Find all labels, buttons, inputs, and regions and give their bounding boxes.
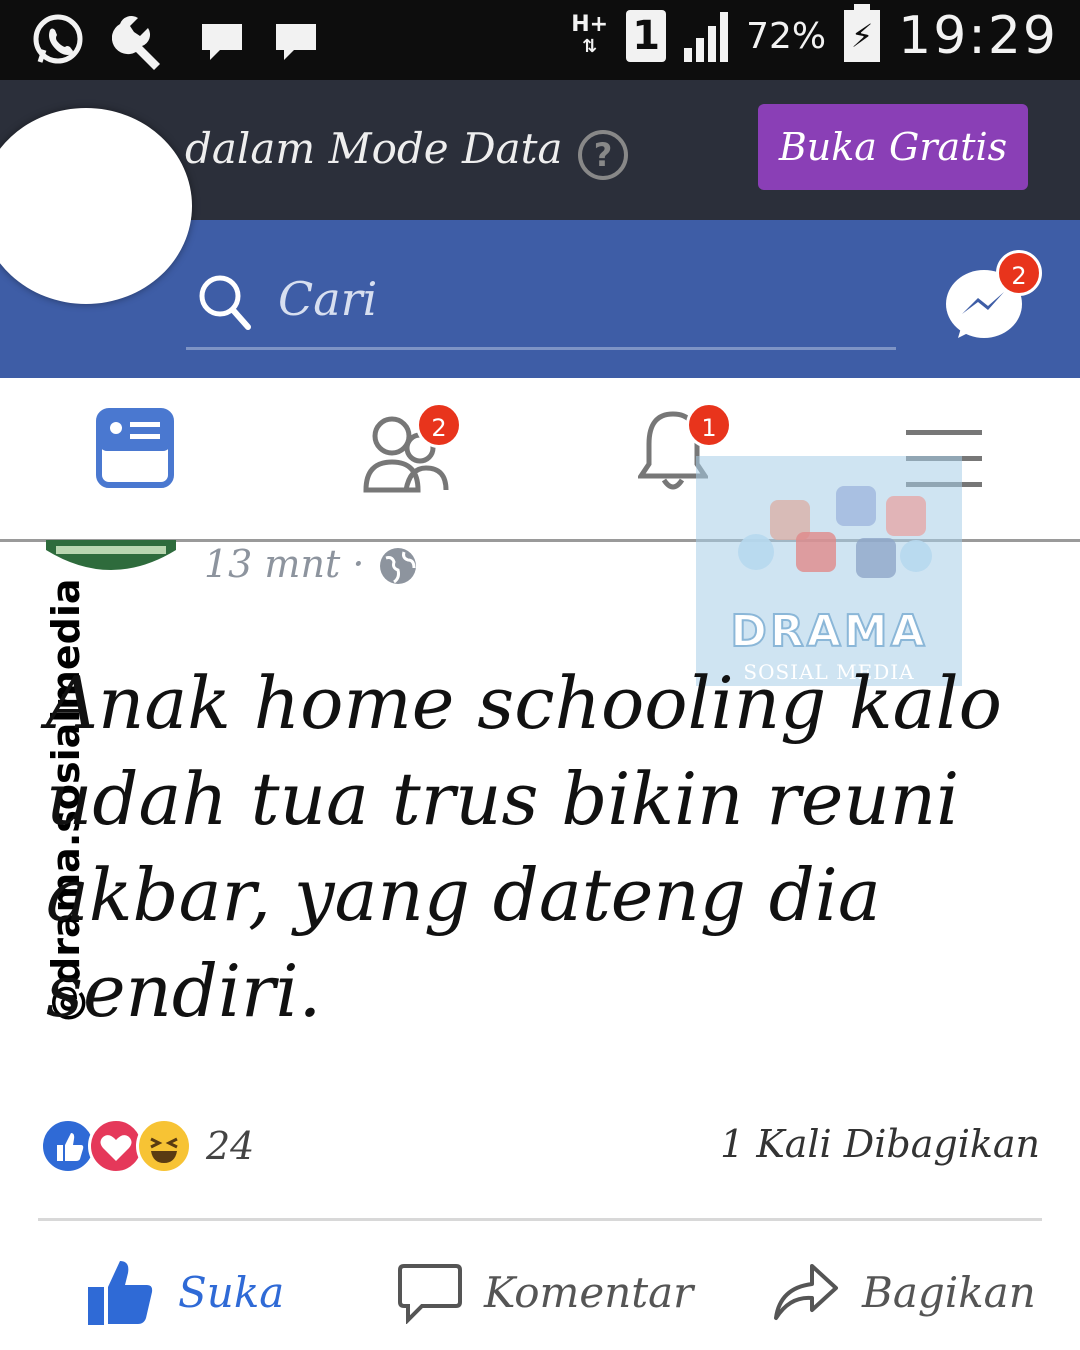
whatsapp-icon [33,14,83,64]
signal-strength-icon [684,10,729,62]
search-input[interactable]: Cari [186,264,896,350]
notification-icons [30,10,320,70]
messenger-badge: 2 [996,250,1042,296]
social-media-logos [738,486,932,578]
like-label: Suka [178,1267,285,1317]
tab-news-feed[interactable] [96,408,174,492]
status-bar: H+ ⇅ 1 72% ⚡ 19:29 [0,0,1080,80]
share-label: Bagikan [862,1267,1036,1317]
wrench-icon [112,16,160,70]
search-placeholder: Cari [278,272,378,326]
post-time-separator: · [352,542,365,586]
comment-icon [398,1264,462,1324]
message-icon [202,24,242,60]
thumbs-up-icon [88,1261,153,1325]
reaction-count: 24 [206,1124,255,1168]
watermark: DRAMA SOSIAL MEDIA [696,456,962,686]
sim-slot-icon: 1 [626,10,667,62]
messenger-button[interactable]: 2 [944,250,1042,346]
side-watermark: @drama.sosialmedia [0,530,88,1022]
help-icon[interactable]: ? [578,130,628,180]
share-icon [774,1264,838,1320]
message-icon [276,24,316,60]
divider [38,1218,1042,1221]
share-button[interactable]: Bagikan [772,1252,1036,1332]
reaction-summary[interactable]: 24 [40,1118,254,1174]
like-button[interactable]: Suka [86,1252,284,1332]
battery-percent: 72% [746,15,827,57]
clock: 19:29 [898,6,1058,66]
page-logo [46,540,176,570]
news-feed-icon [96,408,174,488]
data-mode-text: dalam Mode Data [185,124,563,173]
comment-button[interactable]: Komentar [398,1252,693,1332]
post-text: Anak home schooling kalo udah tua trus b… [46,661,1002,1033]
post-timestamp[interactable]: 13 mnt · [204,542,364,586]
system-status: H+ ⇅ 1 72% ⚡ 19:29 [571,4,1058,66]
comment-label: Komentar [484,1267,694,1317]
globe-icon [380,548,416,584]
battery-charging-icon: ⚡ [844,4,881,62]
open-free-button[interactable]: Buka Gratis [758,104,1028,190]
shares-count[interactable]: 1 Kali Dibagikan [720,1122,1040,1166]
post-time-text: 13 mnt [204,542,341,586]
network-type-label: H+ [571,12,609,37]
tab-friend-requests[interactable]: 2 [362,402,462,498]
notifications-badge: 1 [686,402,732,448]
friend-requests-badge: 2 [416,402,462,448]
page-avatar[interactable] [46,540,176,606]
search-icon [199,275,251,330]
network-type-indicator: H+ ⇅ [571,12,609,58]
haha-reaction-icon [136,1118,192,1174]
watermark-brand: DRAMA [729,605,928,658]
